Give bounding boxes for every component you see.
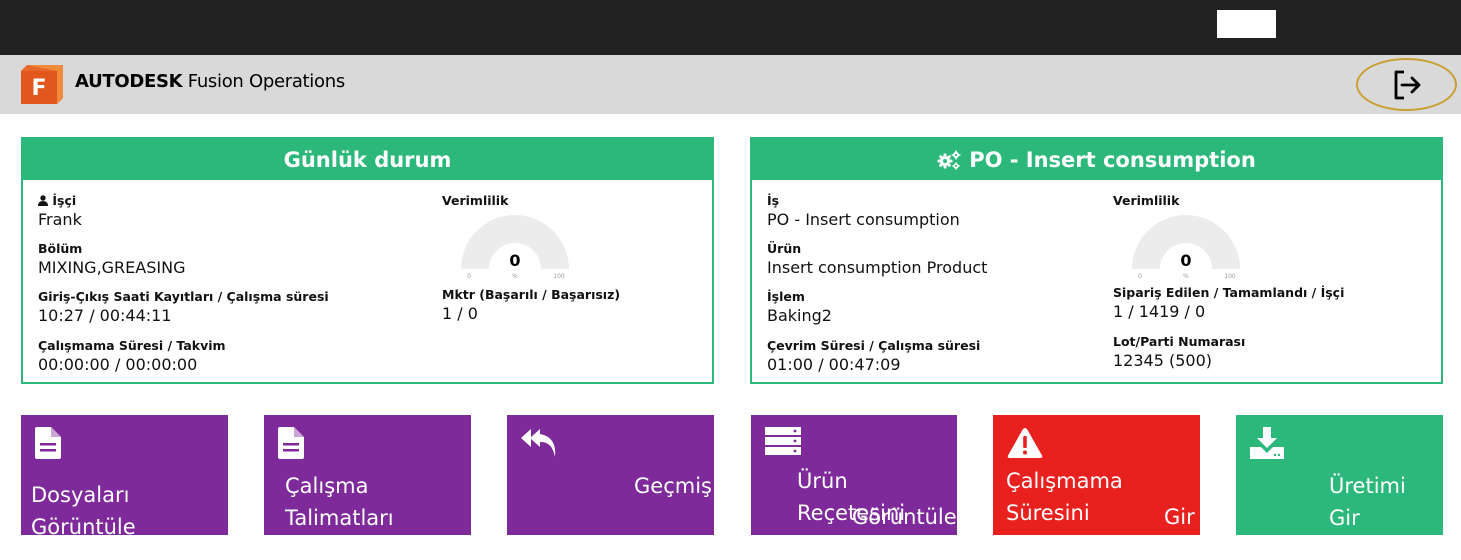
view-files-button[interactable]: Dosyaları Görüntüle — [21, 415, 228, 539]
po-efficiency-gauge: 0 0 % 100 — [1132, 215, 1240, 280]
product-value: Insert consumption Product — [767, 258, 988, 277]
logout-button[interactable] — [1356, 58, 1457, 111]
lot-value: 12345 (500) — [1113, 351, 1213, 370]
department-value: MIXING,GREASING — [38, 258, 186, 277]
po-header: PO - Insert consumption — [752, 139, 1441, 180]
gauge-min: 0 — [467, 273, 471, 280]
history-label: Geçmiş — [634, 474, 712, 498]
order-value: 1 / 1419 / 0 — [1113, 302, 1206, 321]
quantity-field: Mktr (Başarılı / Başarısız) 1 / 0 — [442, 287, 620, 323]
department-field: Bölüm MIXING,GREASING — [38, 241, 185, 277]
enter-production-label: Üretimi Gir — [1329, 474, 1406, 530]
order-field: Sipariş Edilen / Tamamlandı / İşçi 1 / 1… — [1113, 285, 1344, 321]
clock-in-out-value: 10:27 / 00:44:11 — [38, 306, 172, 325]
po-gauge-value: 0 — [1180, 251, 1191, 270]
cycle-time-value: 01:00 / 00:47:09 — [767, 355, 901, 374]
gauge-unit: % — [512, 273, 518, 280]
view-files-label: Dosyaları Görüntüle — [31, 483, 136, 539]
clock-in-out-label: Giriş-Çıkış Saati Kayıtları / Çalışma sü… — [38, 289, 329, 304]
enter-downtime-label-line2: Gir — [1164, 505, 1195, 529]
product-label: Ürün — [767, 241, 802, 256]
brand-title: AUTODESK Fusion Operations — [75, 71, 345, 92]
downtime-label: Çalışmama Süresi / Takvim — [38, 338, 226, 353]
download-icon — [1250, 427, 1284, 459]
clock-in-out-field: Giriş-Çıkış Saati Kayıtları / Çalışma sü… — [38, 289, 329, 325]
file-icon — [278, 427, 304, 459]
brand-rest: Fusion Operations — [182, 71, 345, 92]
quantity-label: Mktr (Başarılı / Başarısız) — [442, 287, 621, 302]
top-bar — [0, 0, 1461, 55]
gauge-max: 100 — [553, 273, 565, 280]
department-label: Bölüm — [38, 241, 83, 256]
lot-label: Lot/Parti Numarası — [1113, 334, 1246, 349]
po-panel: PO - Insert consumption İş PO - Insert c… — [750, 137, 1443, 384]
warning-icon — [1007, 428, 1043, 458]
downtime-value: 00:00:00 / 00:00:00 — [38, 355, 198, 374]
logo-letter: F — [31, 76, 46, 101]
history-button[interactable]: Geçmiş — [507, 415, 714, 535]
top-bar-blank-box — [1217, 10, 1276, 38]
product-field: Ürün Insert consumption Product — [767, 241, 987, 277]
operation-label: İşlem — [767, 289, 805, 304]
gauge-value: 0 — [509, 251, 520, 270]
work-instructions-button[interactable]: Çalışma Talimatları — [264, 415, 471, 535]
gears-icon — [937, 150, 961, 170]
operation-field: İşlem Baking2 — [767, 289, 832, 325]
reply-all-icon — [521, 429, 556, 457]
po-title: PO - Insert consumption — [969, 147, 1256, 172]
quantity-value: 1 / 0 — [442, 304, 478, 323]
brand-bold: AUTODESK — [75, 71, 183, 92]
view-bom-button[interactable]: Ürün Reçetesini Görüntüle — [751, 415, 957, 535]
worker-value: Frank — [38, 210, 82, 229]
daily-status-panel: Günlük durum İşçi Frank Bölüm MIXING,GRE… — [21, 137, 714, 384]
app-header: F AUTODESK Fusion Operations — [0, 55, 1461, 114]
job-field: İş PO - Insert consumption — [767, 193, 960, 229]
logout-icon — [1394, 70, 1420, 99]
worker-field: İşçi Frank — [38, 193, 82, 229]
efficiency-label: Verimlilik — [442, 193, 509, 208]
user-icon — [38, 195, 48, 206]
efficiency-gauge: 0 0 % 100 — [461, 215, 569, 280]
po-gauge-min: 0 — [1138, 273, 1142, 280]
fusion-logo: F — [21, 65, 63, 104]
cycle-time-field: Çevrim Süresi / Çalışma süresi 01:00 / 0… — [767, 338, 980, 374]
worker-label-text: İşçi — [52, 193, 77, 208]
view-bom-label-line2: Görüntüle — [852, 505, 957, 529]
enter-downtime-button[interactable]: Çalışmama Süresini Gir — [993, 415, 1200, 535]
job-value: PO - Insert consumption — [767, 210, 960, 229]
file-icon — [35, 427, 61, 459]
po-gauge-max: 100 — [1224, 273, 1236, 280]
daily-status-title: Günlük durum — [283, 147, 452, 172]
worker-label: İşçi — [38, 193, 82, 208]
cycle-time-label: Çevrim Süresi / Çalışma süresi — [767, 338, 981, 353]
lot-field: Lot/Parti Numarası 12345 (500) — [1113, 334, 1245, 370]
po-efficiency-label: Verimlilik — [1113, 193, 1180, 208]
po-gauge-unit: % — [1183, 273, 1189, 280]
downtime-field: Çalışmama Süresi / Takvim 00:00:00 / 00:… — [38, 338, 226, 374]
order-label: Sipariş Edilen / Tamamlandı / İşçi — [1113, 285, 1345, 300]
enter-production-button[interactable]: Üretimi Gir — [1236, 415, 1443, 535]
job-label: İş — [767, 193, 780, 208]
server-icon — [765, 427, 801, 455]
daily-status-header: Günlük durum — [23, 139, 712, 180]
operation-value: Baking2 — [767, 306, 832, 325]
work-instructions-label: Çalışma Talimatları — [285, 474, 394, 530]
